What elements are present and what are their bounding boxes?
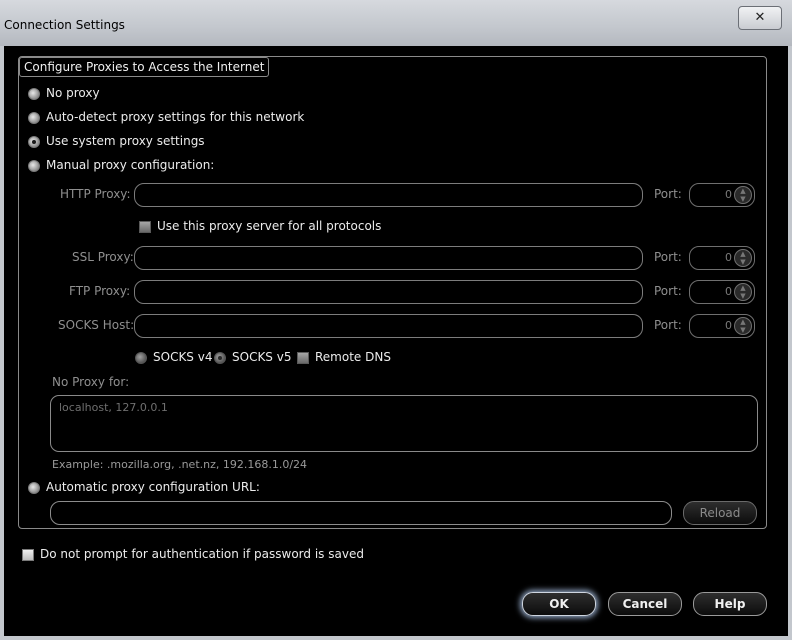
auth-prompt-label[interactable]: Do not prompt for authentication if pass… [40, 547, 364, 561]
no-proxy-for-label: No Proxy for: [52, 375, 130, 389]
no-proxy-example: Example: .mozilla.org, .net.nz, 192.168.… [52, 458, 308, 471]
ftp-port-label: Port: [654, 284, 682, 298]
spin-up-down-icon[interactable]: ▲ ▼ [734, 249, 752, 267]
socks-host-label: SOCKS Host: [58, 318, 135, 332]
http-port-value: 0 [725, 188, 732, 201]
ssl-proxy-input[interactable] [134, 246, 643, 270]
no-proxy-radio[interactable] [28, 88, 40, 100]
help-button[interactable]: Help [693, 592, 767, 616]
ssl-proxy-label: SSL Proxy: [72, 250, 134, 264]
ssl-port-label: Port: [654, 250, 682, 264]
auth-prompt-checkbox[interactable] [22, 549, 34, 561]
auto-config-radio[interactable] [28, 482, 40, 494]
auto-config-url-input[interactable] [50, 501, 672, 525]
use-all-protocols-checkbox[interactable] [139, 221, 151, 233]
use-all-protocols-label: Use this proxy server for all protocols [157, 219, 382, 233]
ftp-proxy-input[interactable] [134, 280, 643, 304]
spin-up-down-icon[interactable]: ▲ ▼ [734, 186, 752, 204]
remote-dns-checkbox[interactable] [297, 352, 309, 364]
socks-host-input[interactable] [134, 314, 643, 338]
socks-port-value: 0 [725, 319, 732, 332]
window-frame-bottom [0, 636, 792, 640]
reload-button[interactable]: Reload [683, 501, 757, 525]
no-proxy-for-value: localhost, 127.0.0.1 [59, 401, 168, 414]
ssl-port-value: 0 [725, 251, 732, 264]
auto-detect-label[interactable]: Auto-detect proxy settings for this netw… [46, 110, 304, 124]
system-proxy-label[interactable]: Use system proxy settings [46, 134, 205, 148]
socks-v4-label: SOCKS v4 [153, 350, 213, 364]
socks-v5-label: SOCKS v5 [232, 350, 292, 364]
auto-detect-radio[interactable] [28, 112, 40, 124]
auto-config-label[interactable]: Automatic proxy configuration URL: [46, 480, 260, 494]
remote-dns-label: Remote DNS [315, 350, 391, 364]
system-proxy-radio[interactable] [28, 136, 40, 148]
http-proxy-label: HTTP Proxy: [60, 187, 131, 201]
window-frame-left [0, 46, 4, 640]
ftp-proxy-label: FTP Proxy: [69, 284, 131, 298]
http-proxy-input[interactable] [134, 183, 643, 207]
window-title: Connection Settings [4, 18, 125, 32]
ftp-port-value: 0 [725, 285, 732, 298]
socks-port-label: Port: [654, 318, 682, 332]
ok-button[interactable]: OK [522, 592, 596, 616]
socks-v4-radio[interactable] [135, 352, 147, 364]
manual-proxy-radio[interactable] [28, 160, 40, 172]
cancel-button[interactable]: Cancel [608, 592, 682, 616]
no-proxy-label[interactable]: No proxy [46, 86, 100, 100]
spin-up-down-icon[interactable]: ▲ ▼ [734, 317, 752, 335]
proxy-group-title: Configure Proxies to Access the Internet [19, 57, 270, 77]
http-port-label: Port: [654, 187, 682, 201]
spin-up-down-icon[interactable]: ▲ ▼ [734, 283, 752, 301]
window-frame-right [788, 46, 792, 640]
close-icon: ✕ [754, 10, 766, 25]
close-button[interactable]: ✕ [738, 6, 782, 30]
manual-proxy-label[interactable]: Manual proxy configuration: [46, 158, 214, 172]
socks-v5-radio[interactable] [214, 352, 226, 364]
